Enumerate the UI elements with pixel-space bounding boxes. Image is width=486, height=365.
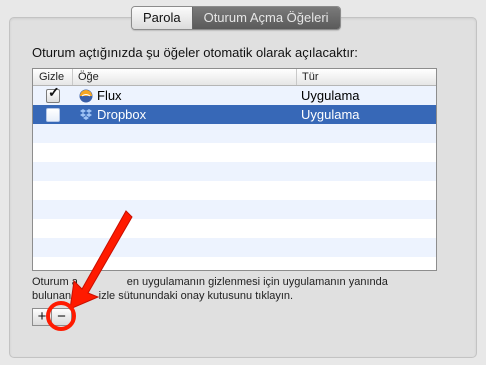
column-header-hide[interactable]: Gizle — [33, 69, 73, 85]
item-type: Uygulama — [301, 107, 360, 122]
tab-login-items[interactable]: Oturum Açma Öğeleri — [191, 7, 340, 29]
column-header-type[interactable]: Tür — [297, 69, 436, 85]
item-name: Dropbox — [97, 107, 147, 122]
table-row[interactable]: ✓ Flux Uygulama — [33, 83, 436, 105]
flux-icon — [79, 89, 93, 102]
table-row-empty — [33, 181, 436, 200]
login-items-description: Oturum açtığınızda şu öğeler otomatik ol… — [32, 45, 358, 60]
annotation-arrow-icon — [69, 210, 133, 310]
item-name: Flux — [97, 88, 122, 103]
hide-checkbox[interactable] — [46, 107, 60, 122]
dropbox-icon — [80, 108, 92, 120]
hide-checkbox[interactable]: ✓ — [46, 83, 60, 103]
column-header-item[interactable]: Öğe — [73, 69, 297, 85]
checkmark-icon: ✓ — [48, 83, 60, 100]
tab-password[interactable]: Parola — [132, 7, 192, 29]
table-row-empty — [33, 162, 436, 181]
annotation-highlight-circle — [46, 301, 76, 331]
table-row-empty — [33, 124, 436, 143]
table-row[interactable]: Dropbox Uygulama — [33, 105, 436, 124]
tab-bar: Parola Oturum Açma Öğeleri — [131, 6, 341, 30]
table-header: Gizle Öğe Tür — [33, 69, 436, 86]
table-row-empty — [33, 143, 436, 162]
item-type: Uygulama — [301, 88, 360, 103]
